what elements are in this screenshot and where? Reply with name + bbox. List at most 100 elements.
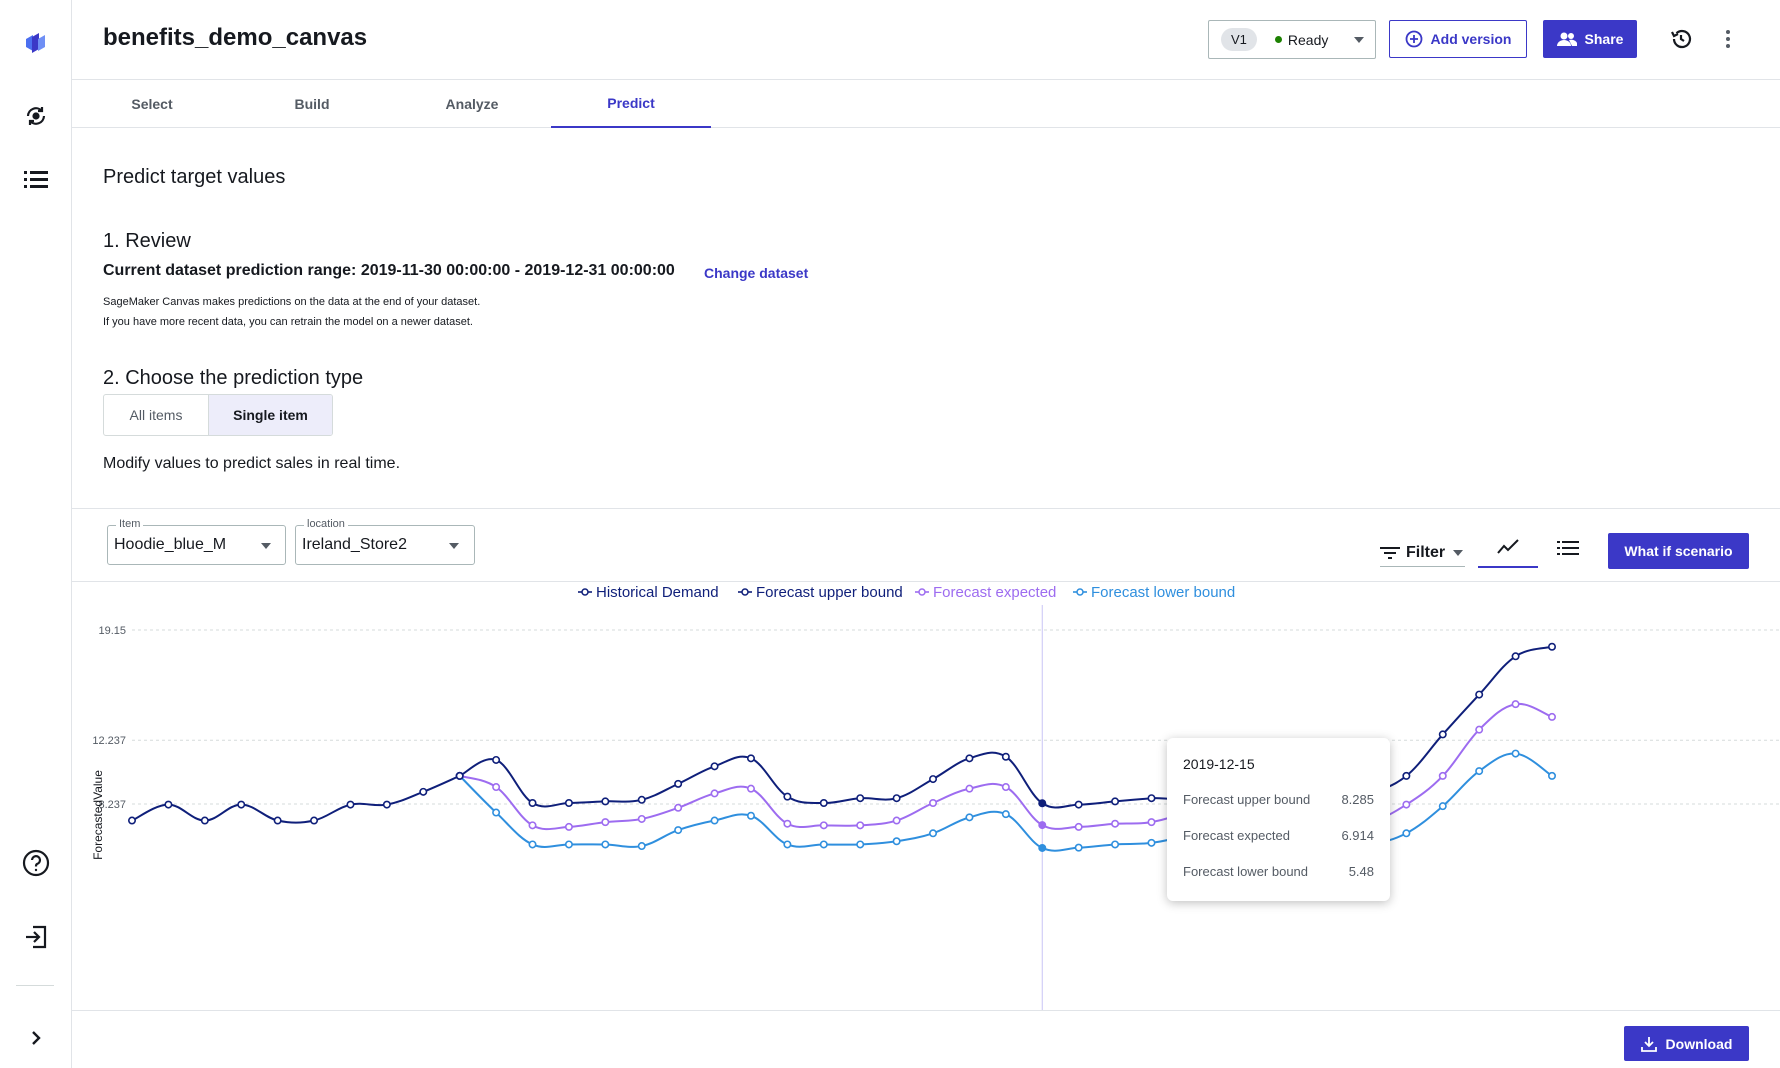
data-point (1402, 771, 1411, 780)
help-icon[interactable] (16, 843, 56, 883)
tooltip-label: Forecast lower bound (1183, 864, 1309, 879)
y-axis-label: ForecastedValue (91, 770, 105, 860)
line-chart-icon (1497, 539, 1519, 554)
data-point (892, 837, 901, 846)
expand-icon[interactable] (16, 1018, 56, 1058)
data-point (564, 822, 573, 831)
data-point (310, 816, 319, 825)
history-icon[interactable] (1665, 23, 1697, 55)
download-button[interactable]: Download (1624, 1026, 1749, 1061)
data-point (965, 754, 974, 763)
info-note-line-1: SageMaker Canvas makes predictions on th… (103, 296, 481, 308)
data-point (637, 814, 646, 823)
data-point (1001, 783, 1010, 792)
legend-item[interactable]: Forecast upper bound (738, 584, 903, 601)
y-tick-label: 19.15 (98, 625, 126, 637)
tooltip-label: Forecast expected (1183, 828, 1290, 843)
legend-swatch-dot (918, 588, 926, 596)
tab-select[interactable]: Select (72, 80, 232, 128)
data-point (783, 840, 792, 849)
data-point (1074, 843, 1083, 852)
tooltip-value: 6.914 (1341, 828, 1374, 843)
legend-label: Forecast expected (933, 584, 1056, 601)
forecast-chart: 8.23712.23719.15 ForecastedValue Histori… (91, 584, 1780, 1010)
data-point (601, 818, 610, 827)
data-point (1402, 829, 1411, 838)
data-point (1511, 700, 1520, 709)
status-label: Ready (1287, 31, 1329, 48)
share-button[interactable]: Share (1543, 20, 1637, 58)
list-icon (1557, 541, 1579, 555)
data-point (382, 800, 391, 809)
data-point (273, 816, 282, 825)
data-point (528, 798, 537, 807)
tooltip-value: 8.285 (1341, 792, 1374, 807)
what-if-scenario-button[interactable]: What if scenario (1608, 533, 1749, 569)
data-point (710, 816, 719, 825)
data-point (1038, 821, 1047, 830)
page-title: Predict target values (103, 166, 286, 188)
data-point (710, 789, 719, 798)
tooltip-row-expected: Forecast expected 6.914 (1183, 828, 1374, 843)
data-point (492, 783, 501, 792)
data-point (929, 775, 938, 784)
data-point (1475, 725, 1484, 734)
change-dataset-link[interactable]: Change dataset (704, 265, 808, 281)
data-point (1147, 794, 1156, 803)
tab-build[interactable]: Build (232, 80, 392, 128)
data-point (1074, 822, 1083, 831)
location-select[interactable]: location Ireland_Store2 (295, 518, 475, 565)
add-version-button[interactable]: Add version (1389, 20, 1527, 58)
legend-swatch-dot (581, 588, 589, 596)
legend-item[interactable]: Historical Demand (578, 584, 719, 601)
data-point (1438, 771, 1447, 780)
section-divider (72, 508, 1780, 509)
legend-label: Historical Demand (596, 584, 719, 601)
legend-item[interactable]: Forecast lower bound (1073, 584, 1235, 601)
app-title: benefits_demo_canvas (103, 24, 368, 51)
location-select-value: Ireland_Store2 (302, 536, 407, 553)
footer-divider (72, 1010, 1780, 1011)
sign-out-icon[interactable] (16, 917, 56, 957)
data-point (746, 754, 755, 763)
datasets-icon[interactable] (16, 160, 56, 200)
canvas-logo-icon[interactable] (16, 22, 56, 62)
chart-grid (132, 629, 1780, 805)
plus-circle-icon (1405, 30, 1422, 48)
data-point (419, 787, 428, 796)
share-label: Share (1584, 31, 1624, 47)
data-point (1438, 802, 1447, 811)
series-line (131, 774, 461, 824)
line-view-toggle[interactable] (1478, 528, 1538, 568)
segment-all-items[interactable]: All items (104, 395, 208, 435)
item-select-value: Hoodie_blue_M (114, 536, 227, 553)
data-point (674, 779, 683, 788)
data-point (1438, 730, 1447, 739)
chart-legend: Historical Demand Forecast upper bound For… (578, 584, 1235, 601)
chevron-down-icon (449, 543, 459, 549)
data-point (492, 755, 501, 764)
more-options-icon[interactable] (1712, 23, 1744, 55)
modify-hint: Modify values to predict sales in real t… (103, 455, 401, 472)
item-select[interactable]: Item Hoodie_blue_M (107, 518, 286, 565)
legend-item[interactable]: Forecast expected (915, 584, 1056, 601)
chevron-down-icon (261, 543, 271, 549)
data-point (1001, 752, 1010, 761)
version-select[interactable]: V1 Ready (1208, 20, 1376, 59)
data-point (929, 798, 938, 807)
tooltip-date: 2019-12-15 (1183, 756, 1255, 772)
data-point (1548, 771, 1557, 780)
tab-analyze[interactable]: Analyze (392, 80, 552, 128)
data-point (856, 794, 865, 803)
data-point (892, 816, 901, 825)
data-point (564, 840, 573, 849)
data-point (965, 784, 974, 793)
tab-predict[interactable]: Predict (551, 80, 711, 128)
tooltip-row-lower: Forecast lower bound 5.48 (1183, 864, 1374, 879)
data-point (1511, 652, 1520, 661)
segment-single-item[interactable]: Single item (208, 395, 332, 435)
filter-button[interactable]: Filter (1380, 540, 1465, 567)
table-view-toggle[interactable] (1538, 528, 1598, 568)
add-version-label: Add version (1430, 31, 1512, 47)
models-icon[interactable] (16, 96, 56, 136)
